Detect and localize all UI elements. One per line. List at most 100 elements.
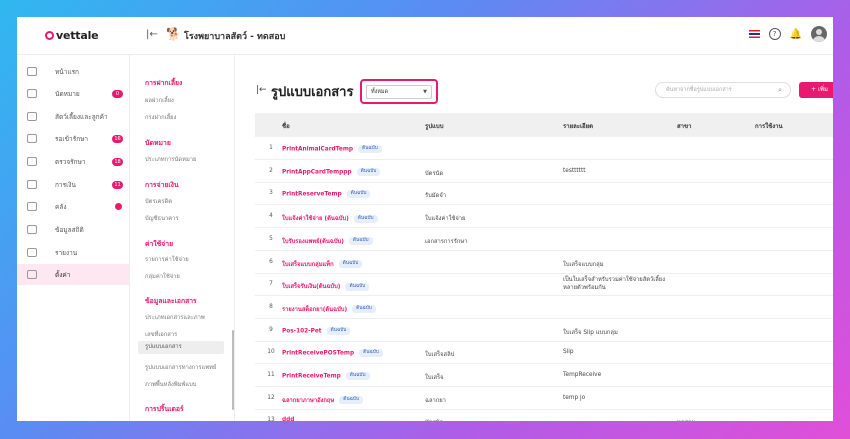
- nav-icon: [27, 180, 37, 189]
- back-icon[interactable]: |←: [256, 85, 267, 95]
- app-window: vettale |← 🐕 โรงพยาบาลสัตว์ - ทดสอบ ? 🔔 …: [17, 17, 833, 421]
- table-row[interactable]: 4 ใบแจ้งค่าใช้จ่าย (ต้นฉบับ) ต้นฉบับ ใบแจ้ง…: [255, 205, 833, 229]
- avatar[interactable]: [811, 26, 827, 42]
- submenu-item[interactable]: รูปแบบเอกสารทางการแพทย์: [145, 362, 216, 372]
- original-tag: ต้นฉบับ: [345, 372, 370, 380]
- template-name-cell[interactable]: ใบเสร็จแบบกลุ่มแท็ก ต้นฉบับ: [282, 259, 363, 269]
- type-filter-select[interactable]: ทั้งหมด ▼: [366, 85, 432, 99]
- nav-item[interactable]: รอเข้ารักษา 16: [17, 128, 129, 149]
- table-row[interactable]: 6 ใบเสร็จแบบกลุ่มแท็ก ต้นฉบับ ใบเสร็จแบบกลุ…: [255, 251, 833, 274]
- clinic-name[interactable]: โรงพยาบาลสัตว์ - ทดสอบ: [184, 29, 285, 43]
- template-name-link[interactable]: PrintAnimalCardTemp: [282, 147, 353, 153]
- submenu-item[interactable]: ประเภทการนัดหมาย: [145, 154, 196, 164]
- detail-cell: temp jo: [563, 394, 586, 401]
- top-right-actions: ? 🔔: [748, 26, 827, 42]
- add-button[interactable]: + เพิ่ม: [799, 82, 833, 98]
- nav-item[interactable]: ตั้งค่า: [17, 264, 129, 285]
- template-name-link[interactable]: ฉลากยาภาษาอังกฤษ: [282, 398, 334, 404]
- row-number: 13: [267, 417, 275, 421]
- original-tag: ต้นฉบับ: [338, 260, 363, 268]
- template-name-cell[interactable]: PrintAppCardTemppp ต้นฉบับ: [282, 167, 381, 176]
- nav-item[interactable]: หน้าแรก: [17, 61, 129, 82]
- nav-item[interactable]: สัตว์เลี้ยงและลูกค้า: [17, 106, 129, 127]
- template-name-cell[interactable]: PrintReceiveTemp ต้นฉบับ: [282, 372, 370, 380]
- template-name-cell[interactable]: Pos-102-Pet ต้นฉบับ: [282, 326, 351, 335]
- template-name-cell[interactable]: PrintAnimalCardTemp ต้นฉบับ: [282, 145, 382, 153]
- row-number: 11: [267, 372, 275, 378]
- template-name-link[interactable]: PrintReceivePOSTemp: [282, 351, 354, 357]
- template-name-cell[interactable]: ฉลากยาภาษาอังกฤษ ต้นฉบับ: [282, 395, 363, 405]
- submenu-item[interactable]: ภาพพื้นหลังพิมพ์แบบ: [145, 379, 196, 389]
- bell-icon[interactable]: 🔔: [790, 29, 802, 40]
- nav-item[interactable]: รายงาน: [17, 242, 129, 263]
- submenu-item[interactable]: กรงฝากเลี้ยง: [145, 112, 176, 122]
- template-name-link[interactable]: PrintReceiveTemp: [282, 374, 341, 380]
- template-name-cell[interactable]: ddd: [282, 417, 294, 421]
- detail-cell: ใบเสร็จแบบกลุ่ม: [563, 261, 604, 268]
- detail-cell: Slip: [563, 349, 574, 356]
- original-tag: ต้นฉบับ: [358, 145, 382, 153]
- dog-icon: 🐕: [166, 27, 181, 41]
- table-row[interactable]: 2 PrintAppCardTemppp ต้นฉบับ บัตรนัด testttt…: [255, 160, 833, 183]
- submenu-section-heading: การปริ้นเตอร์: [145, 405, 184, 413]
- submenu-scrollbar[interactable]: [232, 330, 234, 410]
- nav-item[interactable]: การเงิน 11: [17, 174, 129, 195]
- table-row[interactable]: 1 PrintAnimalCardTemp ต้นฉบับ: [255, 137, 833, 160]
- template-name-link[interactable]: PrintReserveTemp: [282, 192, 342, 198]
- table-row[interactable]: 11 PrintReceiveTemp ต้นฉบับ ใบเสร็จ TempRece…: [255, 364, 833, 387]
- nav-item[interactable]: ข้อมูลสถิติ: [17, 219, 129, 240]
- submenu-item[interactable]: บัตรเครดิต: [145, 196, 172, 206]
- submenu-item[interactable]: รายการค่าใช้จ่าย: [145, 254, 189, 264]
- help-icon[interactable]: ?: [768, 28, 781, 40]
- nav-icon: [27, 89, 37, 98]
- template-name-link[interactable]: ใบรับรองแพทย์(ต้นฉบับ): [282, 239, 344, 245]
- template-name-link[interactable]: รายงานสต็อกยา(ต้นฉบับ): [282, 307, 347, 313]
- template-name-link[interactable]: ddd: [282, 417, 294, 421]
- table-row[interactable]: 9 Pos-102-Pet ต้นฉบับ ใบเสร็จ Slip แบบกลุ่ม: [255, 319, 833, 342]
- table-row[interactable]: 5 ใบรับรองแพทย์(ต้นฉบับ) ต้นฉบับ เอกสารการร…: [255, 228, 833, 251]
- type-cell: บัตรนัด: [425, 170, 444, 177]
- row-number: 7: [269, 281, 273, 288]
- table-row[interactable]: 7 ใบเสร็จรับเงิน(ต้นฉบับ) ต้นฉบับ เป็นใบเสร…: [255, 273, 833, 297]
- template-name-cell[interactable]: ใบรับรองแพทย์(ต้นฉบับ) ต้นฉบับ: [282, 236, 373, 246]
- template-name-cell[interactable]: ใบแจ้งค่าใช้จ่าย (ต้นฉบับ) ต้นฉบับ: [282, 213, 378, 223]
- search-icon[interactable]: ⌕: [778, 83, 782, 98]
- table-row[interactable]: 8 รายงานสต็อกยา(ต้นฉบับ) ต้นฉบับ: [255, 296, 833, 319]
- col-detail: รายละเอียด: [563, 123, 594, 130]
- table-row[interactable]: 13 ddd บัตรนัด ทดสอบ: [255, 409, 833, 421]
- template-name-link[interactable]: PrintAppCardTemppp: [282, 169, 352, 175]
- template-name-link[interactable]: Pos-102-Pet: [282, 328, 322, 334]
- nav-item[interactable]: คลัง: [17, 196, 129, 217]
- submenu-item[interactable]: บัญชีธนาคาร: [145, 213, 179, 223]
- nav-item[interactable]: นัดหมาย 0: [17, 83, 129, 104]
- nav-icon: [27, 202, 37, 211]
- table-row[interactable]: 3 PrintReserveTemp ต้นฉบับ รับมัดจำ: [255, 182, 833, 206]
- submenu-item[interactable]: ผลฝากเลี้ยง: [145, 95, 174, 105]
- template-name-cell[interactable]: ใบเสร็จรับเงิน(ต้นฉบับ) ต้นฉบับ: [282, 281, 370, 291]
- thai-flag-icon[interactable]: [748, 30, 760, 38]
- submenu-item[interactable]: ประเภทเอกสารและภาพ: [145, 312, 205, 322]
- template-name-link[interactable]: ใบแจ้งค่าใช้จ่าย (ต้นฉบับ): [282, 216, 349, 222]
- submenu-item[interactable]: กลุ่มค่าใช้จ่าย: [145, 271, 180, 281]
- template-name-cell[interactable]: PrintReserveTemp ต้นฉบับ: [282, 190, 371, 199]
- nav-label: คลัง: [55, 202, 67, 211]
- nav-item[interactable]: ตรวจรักษา 18: [17, 151, 129, 172]
- nav-icon: [27, 270, 37, 279]
- template-name-link[interactable]: ใบเสร็จแบบกลุ่มแท็ก: [282, 262, 334, 268]
- nav-badge: 16: [112, 134, 123, 143]
- filter-value: ทั้งหมด: [371, 89, 389, 95]
- collapse-sidebar-icon[interactable]: |←: [146, 29, 158, 40]
- original-tag: ต้นฉบับ: [356, 167, 381, 176]
- branch-cell: ทดสอบ: [677, 417, 695, 421]
- template-name-cell[interactable]: PrintReceivePOSTemp ต้นฉบับ: [282, 349, 383, 358]
- template-name-cell[interactable]: รายงานสต็อกยา(ต้นฉบับ) ต้นฉบับ: [282, 304, 376, 314]
- table-row[interactable]: 12 ฉลากยาภาษาอังกฤษ ต้นฉบับ ฉลากยา temp jo: [255, 387, 833, 410]
- submenu-section-heading: นัดหมาย: [145, 139, 171, 147]
- search-input[interactable]: ค้นหาจากชื่อรูปแบบเอกสาร ⌕: [655, 82, 791, 98]
- template-name-link[interactable]: ใบเสร็จรับเงิน(ต้นฉบับ): [282, 284, 340, 290]
- submenu-item[interactable]: เลขที่เอกสาร: [145, 329, 177, 339]
- table-row[interactable]: 10 PrintReceivePOSTemp ต้นฉบับ ใบเสร็จสลิป S…: [255, 341, 833, 365]
- logo[interactable]: vettale: [45, 29, 99, 42]
- nav-label: ข้อมูลสถิติ: [55, 225, 84, 234]
- submenu-item[interactable]: รูปแบบเอกสาร: [138, 341, 224, 354]
